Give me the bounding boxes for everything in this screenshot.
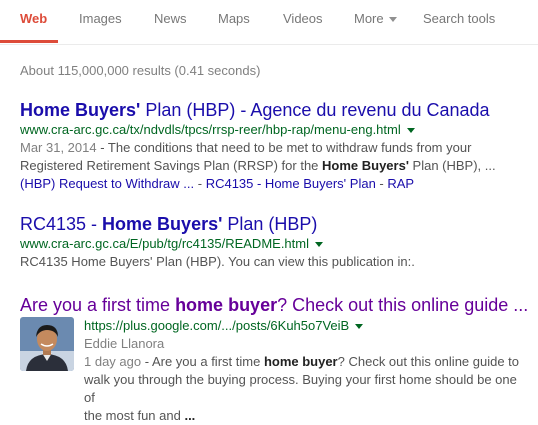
result-url[interactable]: www.cra-arc.gc.ca/tx/ndvdls/tpcs/rrsp-re… (20, 121, 530, 139)
sitelink[interactable]: RAP (387, 176, 414, 191)
tab-web[interactable]: Web (20, 11, 47, 26)
result-snippet: 1 day ago - Are you a first time home bu… (84, 353, 530, 425)
sitelink[interactable]: (HBP) Request to Withdraw ... (20, 176, 194, 191)
sitelinks: (HBP) Request to Withdraw ... - RC4135 -… (20, 175, 530, 193)
result-title-text: ? Check out this online guide ... (277, 295, 529, 315)
result-url[interactable]: https://plus.google.com/.../posts/6Kuh5o… (84, 317, 530, 335)
sitelink-separator: - (375, 176, 388, 191)
result-title-text: RC4135 - (20, 214, 103, 234)
person-avatar-icon (20, 317, 74, 371)
sitelink[interactable]: RC4135 - Home Buyers' Plan (206, 176, 376, 191)
result-stats: About 115,000,000 results (0.41 seconds) (20, 63, 261, 78)
result-url[interactable]: www.cra-arc.gc.ca/E/pub/tg/rc4135/README… (20, 235, 530, 253)
result-snippet: RC4135 Home Buyers' Plan (HBP). You can … (20, 253, 530, 271)
result-url-text: www.cra-arc.gc.ca/tx/ndvdls/tpcs/rrsp-re… (20, 122, 401, 137)
tab-news[interactable]: News (154, 11, 187, 26)
tab-search-tools[interactable]: Search tools (423, 11, 495, 26)
result-date: 1 day ago (84, 354, 142, 369)
snippet-text: the most fun and (84, 408, 185, 423)
author-avatar[interactable] (20, 317, 74, 371)
snippet-bold: home buyer (263, 354, 338, 369)
chevron-down-icon[interactable] (315, 242, 323, 248)
snippet-bold: Home Buyers' (322, 158, 409, 173)
chevron-down-icon (388, 17, 397, 23)
snippet-text: Registered Retirement Savings Plan (RRSP… (20, 158, 323, 173)
result-title-text: Plan (HBP) (222, 214, 318, 234)
author-name: Eddie Llanora (84, 336, 165, 351)
result-body-text: https://plus.google.com/.../posts/6Kuh5o… (84, 317, 530, 353)
snippet-bold: ... (184, 408, 196, 423)
snippet-text: RC4135 Home Buyers' Plan (HBP). You can … (20, 254, 415, 269)
tab-images[interactable]: Images (79, 11, 122, 26)
result-url-text: https://plus.google.com/.../posts/6Kuh5o… (84, 318, 350, 333)
search-tabs: Web Images News Maps Videos More Search … (0, 0, 538, 45)
result-url-text: www.cra-arc.gc.ca/E/pub/tg/rc4135/README… (20, 236, 309, 251)
search-result: RC4135 - Home Buyers' Plan (HBP) www.cra… (20, 213, 530, 271)
sitelink-separator: - (194, 176, 206, 191)
search-result: Home Buyers' Plan (HBP) - Agence du reve… (20, 99, 530, 193)
tab-more[interactable]: More (354, 11, 397, 26)
search-result: Are you a first time home buyer? Check o… (20, 294, 530, 425)
result-snippet: Mar 31, 2014 - The conditions that need … (20, 139, 530, 175)
result-title-bold: Home Buyers' (102, 214, 223, 234)
tab-more-label: More (354, 11, 384, 26)
snippet-text: ? Check out this online guide to (337, 354, 520, 369)
result-title-bold: home buyer (175, 295, 278, 315)
tab-videos[interactable]: Videos (283, 11, 323, 26)
active-tab-indicator (0, 40, 58, 43)
result-body: https://plus.google.com/.../posts/6Kuh5o… (20, 317, 530, 425)
result-title-bold: Home Buyers' (20, 100, 141, 120)
snippet-text: walk you through the buying process. Buy… (84, 372, 517, 405)
result-date: Mar 31, 2014 (20, 140, 97, 155)
chevron-down-icon[interactable] (406, 128, 415, 134)
snippet-text: Plan (HBP), ... (408, 158, 496, 173)
result-title-text: Are you a first time (20, 295, 176, 315)
result-title-link[interactable]: RC4135 - Home Buyers' Plan (HBP) (20, 213, 530, 235)
chevron-down-icon[interactable] (355, 324, 364, 330)
result-title-text: Plan (HBP) - Agence du revenu du Canada (140, 100, 490, 120)
tab-maps[interactable]: Maps (218, 11, 250, 26)
result-title-link[interactable]: Are you a first time home buyer? Check o… (20, 294, 530, 316)
snippet-text: - Are you a first time (141, 354, 264, 369)
snippet-text: - The conditions that need to be met to … (96, 140, 472, 155)
result-title-link[interactable]: Home Buyers' Plan (HBP) - Agence du reve… (20, 99, 530, 121)
